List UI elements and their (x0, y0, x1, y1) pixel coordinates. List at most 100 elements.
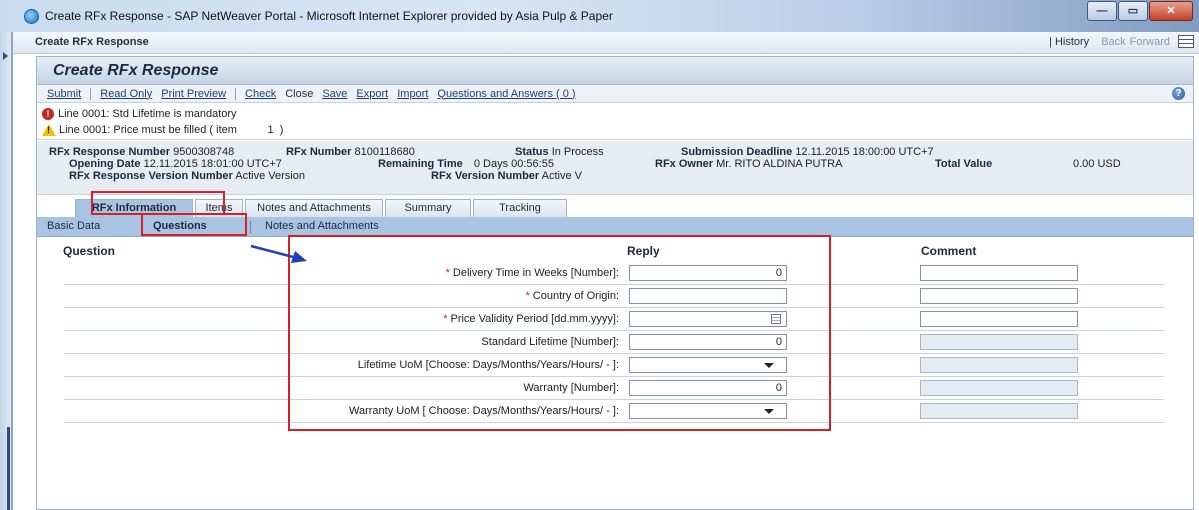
history-button[interactable]: | History (1049, 36, 1089, 48)
question-label: Warranty UoM [ Choose: Days/Months/Years… (349, 405, 619, 417)
toolbar-separator (90, 87, 92, 100)
subtab-separator (250, 221, 251, 233)
country-of-origin-input[interactable] (629, 288, 787, 304)
price-validity-date-input[interactable] (629, 311, 787, 327)
table-row: Lifetime UoM [Choose: Days/Months/Years/… (64, 354, 1164, 377)
portal-content: Create RFx Response | History Back Forwa… (12, 32, 1199, 510)
message-area: ! Line 0001: Std Lifetime is mandatory L… (37, 104, 1193, 140)
table-row: Standard Lifetime [Number]: 0 (64, 331, 1164, 354)
sub-tabs: Basic Data Questions Notes and Attachmen… (37, 217, 1193, 237)
error-icon: ! (42, 107, 54, 120)
table-row: * Delivery Time in Weeks [Number]: 0 (64, 262, 1164, 285)
rfx-header-info: RFx Response Number 9500308748 RFx Numbe… (37, 141, 1193, 195)
print-preview-button[interactable]: Print Preview (161, 88, 226, 100)
error-message[interactable]: ! Line 0001: Std Lifetime is mandatory (42, 106, 237, 121)
annotation-arrow-icon (250, 244, 307, 263)
app-titlebar: Create RFx Response (37, 57, 1193, 85)
total-value: 0.00 USD (1073, 158, 1121, 170)
response-version-field: RFx Response Version Number Active Versi… (69, 170, 305, 182)
question-label: * Country of Origin: (525, 290, 619, 302)
response-number-field: RFx Response Number 9500308748 (49, 146, 235, 158)
menu-icon[interactable] (1178, 35, 1194, 48)
subtab-basic-data[interactable]: Basic Data (47, 220, 100, 232)
app-toolbar: Submit Read Only Print Preview Check Clo… (37, 85, 1193, 103)
comment-input-disabled (920, 357, 1078, 373)
window-controls: — ▭ ✕ (1086, 1, 1193, 23)
minimize-icon[interactable]: — (1087, 1, 1117, 21)
comment-input[interactable] (920, 311, 1078, 327)
comment-input[interactable] (920, 265, 1078, 281)
comment-input-disabled (920, 403, 1078, 419)
portal-page-title: Create RFx Response (35, 36, 149, 48)
column-question: Question (63, 244, 116, 258)
subtab-questions[interactable]: Questions (153, 220, 207, 232)
warranty-input[interactable]: 0 (629, 380, 787, 396)
expand-arrow-icon[interactable] (3, 52, 8, 60)
question-label: * Delivery Time in Weeks [Number]: (445, 267, 619, 279)
main-tabs: RFx Information Items Notes and Attachme… (37, 197, 1193, 217)
comment-input[interactable] (920, 288, 1078, 304)
standard-lifetime-input[interactable]: 0 (629, 334, 787, 350)
tab-notes-attachments[interactable]: Notes and Attachments (245, 199, 383, 217)
close-icon[interactable]: ✕ (1149, 1, 1193, 21)
remaining-time-field: Remaining Time 0 Days 00:56:55 (378, 158, 554, 170)
rfx-response-app: Create RFx Response Submit Read Only Pri… (36, 56, 1194, 510)
rfx-version-field: RFx Version Number Active V (431, 170, 583, 182)
warning-message[interactable]: Line 0001: Price must be filled ( item 1… (42, 122, 283, 137)
forward-button[interactable]: Forward (1130, 36, 1170, 48)
warning-icon (42, 123, 56, 136)
window-titlebar: Create RFx Response - SAP NetWeaver Port… (0, 0, 1199, 32)
opening-date-field: Opening Date 12.11.2015 18:01:00 UTC+7 (69, 158, 282, 170)
table-row: * Country of Origin: (64, 285, 1164, 308)
comment-input-disabled (920, 334, 1078, 350)
comment-input-disabled (920, 380, 1078, 396)
questions-table-header: Question Reply Comment (37, 238, 1193, 262)
chevron-down-icon[interactable] (764, 363, 774, 368)
column-comment: Comment (921, 244, 977, 258)
read-only-button[interactable]: Read Only (100, 88, 152, 100)
calendar-icon[interactable] (771, 314, 781, 324)
questions-answers-button[interactable]: Questions and Answers ( 0 ) (437, 88, 575, 100)
table-row: Warranty UoM [ Choose: Days/Months/Years… (64, 400, 1164, 423)
toolbar-separator (235, 87, 237, 100)
window-title: Create RFx Response - SAP NetWeaver Port… (45, 9, 613, 23)
question-label: Warranty [Number]: (523, 382, 619, 394)
rfx-number-field: RFx Number 8100118680 (286, 146, 415, 158)
maximize-icon[interactable]: ▭ (1118, 1, 1148, 21)
check-button[interactable]: Check (245, 88, 276, 100)
status-field: Status In Process (515, 146, 604, 158)
close-button[interactable]: Close (285, 88, 313, 100)
subtab-notes-attachments[interactable]: Notes and Attachments (265, 220, 379, 232)
navigation-panel-collapsed[interactable] (0, 32, 12, 510)
portal-header: Create RFx Response | History Back Forwa… (13, 32, 1199, 54)
submit-button[interactable]: Submit (47, 88, 81, 100)
internet-explorer-icon (24, 9, 39, 24)
question-label: Standard Lifetime [Number]: (481, 336, 619, 348)
warning-message-text: Line 0001: Price must be filled ( item 1… (59, 123, 284, 136)
help-icon[interactable]: ? (1172, 87, 1185, 100)
save-button[interactable]: Save (322, 88, 347, 100)
question-label: Lifetime UoM [Choose: Days/Months/Years/… (357, 359, 619, 371)
total-value-field: Total Value (935, 158, 993, 170)
tab-rfx-information[interactable]: RFx Information (75, 199, 193, 217)
scroll-indicator (7, 427, 10, 510)
browser-window: Create RFx Response - SAP NetWeaver Port… (0, 0, 1199, 510)
warranty-uom-select[interactable] (629, 403, 787, 419)
chevron-down-icon[interactable] (764, 409, 774, 414)
error-message-text: Line 0001: Std Lifetime is mandatory (58, 107, 237, 120)
submission-deadline-field: Submission Deadline 12.11.2015 18:00:00 … (681, 146, 934, 158)
delivery-time-input[interactable]: 0 (629, 265, 787, 281)
table-row: Warranty [Number]: 0 (64, 377, 1164, 400)
rfx-owner-field: RFx Owner Mr. RITO ALDINA PUTRA (655, 158, 843, 170)
tab-tracking[interactable]: Tracking (473, 199, 567, 217)
portal-navigation: | History Back Forward (1037, 35, 1194, 48)
tab-items[interactable]: Items (195, 199, 243, 217)
app-title: Create RFx Response (53, 62, 219, 79)
table-row: * Price Validity Period [dd.mm.yyyy]: (64, 308, 1164, 331)
lifetime-uom-select[interactable] (629, 357, 787, 373)
tab-summary[interactable]: Summary (385, 199, 471, 217)
question-label: * Price Validity Period [dd.mm.yyyy]: (443, 313, 619, 325)
back-button[interactable]: Back (1101, 36, 1125, 48)
import-button[interactable]: Import (397, 88, 428, 100)
export-button[interactable]: Export (356, 88, 388, 100)
